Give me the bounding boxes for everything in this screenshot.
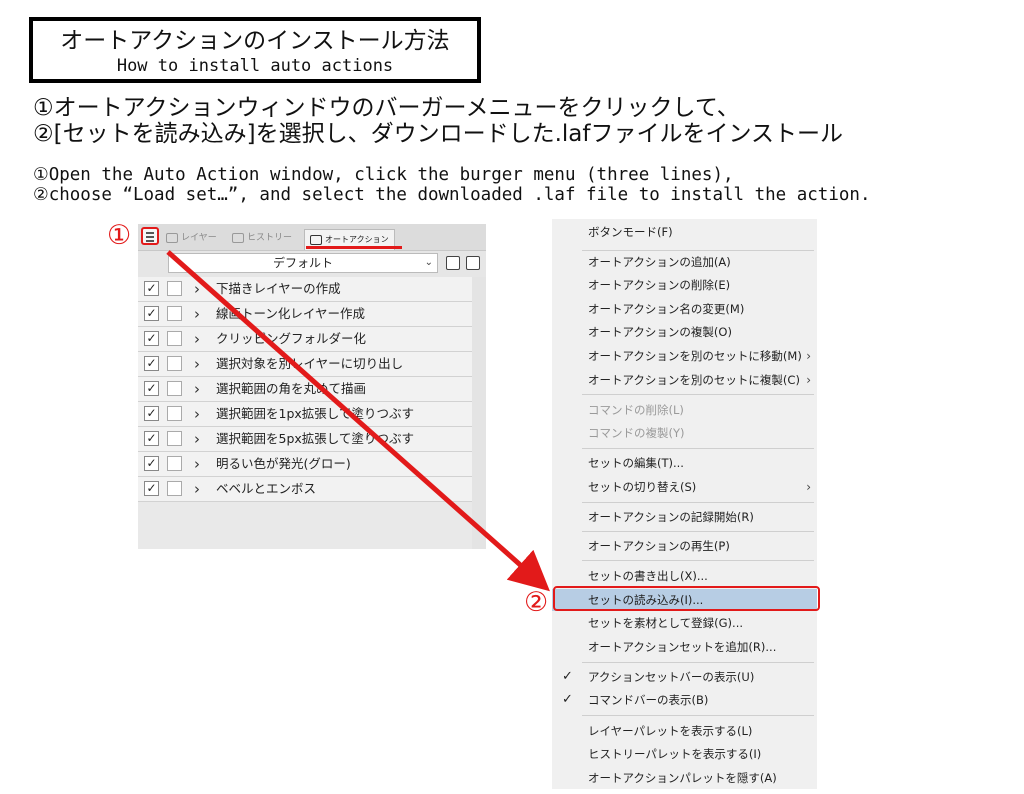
red-arrow — [166, 250, 550, 592]
arrow-line — [166, 250, 550, 592]
